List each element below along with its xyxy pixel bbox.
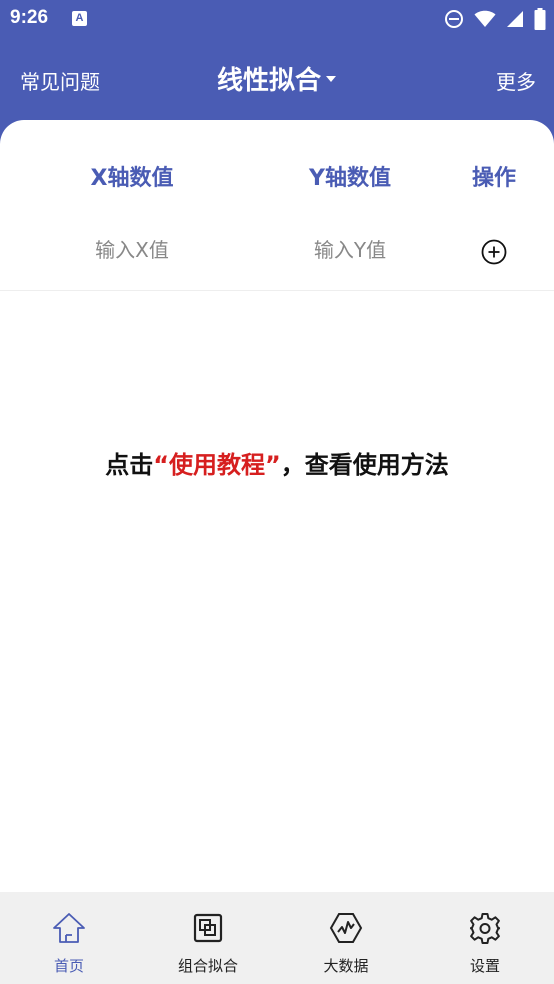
tutorial-link[interactable]: “使用教程” xyxy=(153,451,281,479)
input-row xyxy=(0,220,554,291)
y-value-input[interactable] xyxy=(275,230,425,270)
nav-home-label: 首页 xyxy=(53,957,84,975)
status-time: 9:26 xyxy=(10,7,49,28)
content-card: X轴数值 Y轴数值 操作 点击“使用教程”，查看使用方法 xyxy=(0,120,554,892)
more-link[interactable]: 更多 xyxy=(496,66,536,95)
nav-home[interactable]: 首页 xyxy=(9,892,129,984)
y-column-header: Y轴数值 xyxy=(309,166,391,191)
gear-icon xyxy=(470,913,500,944)
notification-a-icon: A xyxy=(72,11,87,26)
caret-down-icon xyxy=(326,75,336,82)
action-column-header: 操作 xyxy=(471,166,517,191)
wifi-icon xyxy=(474,10,496,27)
nav-big-data[interactable]: 大数据 xyxy=(286,892,406,984)
battery-icon xyxy=(534,8,546,30)
x-column-header: X轴数值 xyxy=(90,166,174,191)
status-bar: 9:26 A xyxy=(0,0,554,38)
nav-settings[interactable]: 设置 xyxy=(425,892,545,984)
faq-link[interactable]: 常见问题 xyxy=(20,66,100,95)
bottom-nav: 首页 组合拟合 大数据 设置 xyxy=(0,892,554,984)
status-icons xyxy=(444,8,546,30)
combine-icon xyxy=(193,913,223,943)
nav-combined-fit[interactable]: 组合拟合 xyxy=(148,892,268,984)
nav-big-data-label: 大数据 xyxy=(323,957,369,975)
nav-settings-label: 设置 xyxy=(469,957,500,975)
cell-signal-icon xyxy=(507,11,523,27)
x-value-input[interactable] xyxy=(57,230,207,270)
home-icon xyxy=(53,913,85,943)
nav-combined-fit-label: 组合拟合 xyxy=(177,957,238,975)
app-bar: 常见问题 线性拟合 更多 xyxy=(0,38,554,120)
title-dropdown[interactable]: 线性拟合 xyxy=(217,60,337,97)
do-not-disturb-icon xyxy=(445,10,463,28)
hint-suffix: ，查看使用方法 xyxy=(280,451,449,479)
table-header: X轴数值 Y轴数值 操作 xyxy=(0,120,554,220)
page-title: 线性拟合 xyxy=(216,66,321,96)
hint-prefix: 点击 xyxy=(105,451,154,479)
tutorial-hint: 点击“使用教程”，查看使用方法 xyxy=(0,445,554,480)
chart-hexagon-icon xyxy=(329,913,363,943)
add-circle-icon[interactable] xyxy=(481,239,507,265)
